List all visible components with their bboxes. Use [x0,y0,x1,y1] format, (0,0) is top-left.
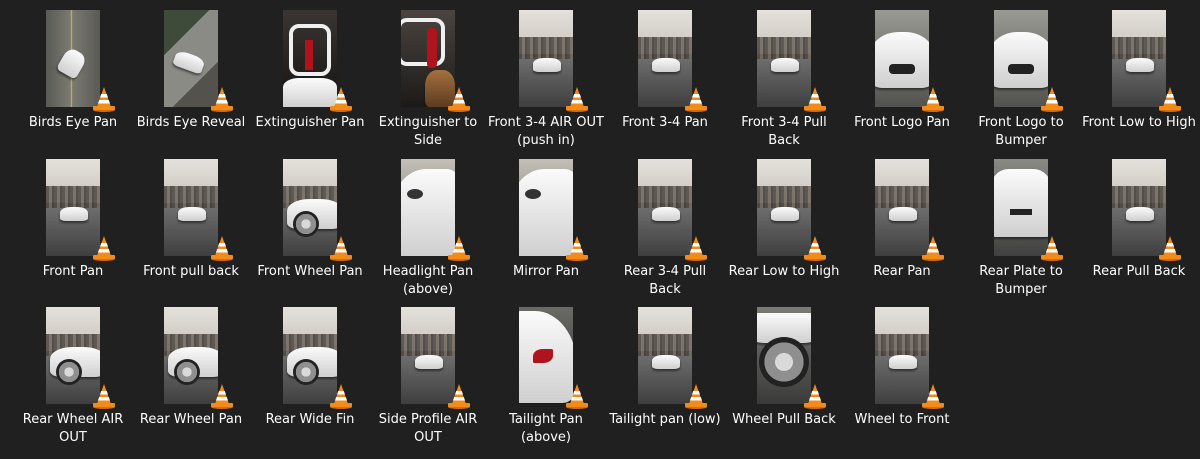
vlc-cone-icon [448,384,470,409]
file-name: Tailight Pan (above) [509,412,583,445]
file-item[interactable]: Front Pan [14,159,132,307]
file-item[interactable]: Birds Eye Reveal [132,10,250,158]
vlc-cone-icon [922,236,944,261]
file-name: Rear Pull Back [1092,264,1186,279]
vlc-cone-icon [922,87,944,112]
vlc-cone-icon [804,384,826,409]
vlc-cone-icon [211,87,233,112]
file-item[interactable]: Mirror Pan [487,159,605,307]
file-item[interactable]: Front 3-4 AIR OUT (push in) [487,10,605,158]
vlc-cone-icon [211,384,233,409]
file-item[interactable]: Tailight pan (low) [606,307,724,455]
file-item[interactable]: Front Logo Pan [843,10,961,158]
file-item[interactable]: Front pull back [132,159,250,307]
file-item[interactable]: Tailight Pan (above) [487,307,605,455]
file-name: Wheel Pull Back [732,412,836,427]
vlc-cone-icon [330,236,352,261]
vlc-cone-icon [922,384,944,409]
file-item[interactable]: Rear Pull Back [1080,159,1198,307]
vlc-cone-icon [1159,236,1181,261]
file-name: Front Logo to Bumper [978,115,1064,148]
file-name: Front Low to High [1082,115,1196,130]
file-item[interactable]: Extinguisher Pan [251,10,369,158]
file-name: Front Logo Pan [854,115,950,130]
file-item[interactable]: Rear Plate to Bumper [962,159,1080,307]
file-name: Rear Wide Fin [265,412,355,427]
file-item[interactable]: Wheel Pull Back [725,307,843,455]
file-item[interactable]: Rear 3-4 Pull Back [606,159,724,307]
vlc-cone-icon [211,236,233,261]
vlc-cone-icon [1159,87,1181,112]
vlc-cone-icon [685,87,707,112]
vlc-cone-icon [1041,236,1063,261]
vlc-cone-icon [804,236,826,261]
file-name: Birds Eye Pan [28,115,118,130]
file-name: Tailight pan (low) [609,412,721,427]
file-name: Front pull back [143,264,239,279]
file-item[interactable]: Extinguisher to Side [369,10,487,158]
file-name: Wheel to Front [854,412,950,427]
vlc-cone-icon [448,87,470,112]
vlc-cone-icon [448,236,470,261]
file-item[interactable]: Front Low to High [1080,10,1198,158]
vlc-cone-icon [1041,87,1063,112]
file-name: Rear Pan [873,264,931,279]
file-name: Headlight Pan (above) [382,264,474,297]
file-name: Rear Plate to Bumper [979,264,1063,297]
file-name: Side Profile AIR OUT [378,412,478,445]
vlc-cone-icon [685,236,707,261]
file-item[interactable]: Headlight Pan (above) [369,159,487,307]
file-item[interactable]: Front 3-4 Pull Back [725,10,843,158]
file-name: Front Wheel Pan [257,264,363,279]
vlc-cone-icon [566,236,588,261]
file-item[interactable]: Birds Eye Pan [14,10,132,158]
vlc-cone-icon [93,384,115,409]
file-name: Rear 3-4 Pull Back [623,264,707,297]
vlc-cone-icon [330,384,352,409]
file-item[interactable]: Wheel to Front [843,307,961,455]
vlc-cone-icon [685,384,707,409]
file-name: Extinguisher to Side [378,115,478,148]
file-name: Birds Eye Reveal [136,115,246,130]
file-name: Rear Wheel AIR OUT [22,412,124,445]
vlc-cone-icon [93,236,115,261]
file-item[interactable]: Rear Wheel AIR OUT [14,307,132,455]
vlc-cone-icon [566,87,588,112]
file-grid: Birds Eye Pan Birds Eye Reveal Extinguishe… [0,0,1200,459]
file-name: Front 3-4 AIR OUT (push in) [488,115,604,148]
file-item[interactable]: Rear Pan [843,159,961,307]
file-item[interactable]: Side Profile AIR OUT [369,307,487,455]
file-item[interactable]: Front Logo to Bumper [962,10,1080,158]
file-name: Rear Wheel Pan [139,412,243,427]
file-item[interactable]: Rear Low to High [725,159,843,307]
file-item[interactable]: Front Wheel Pan [251,159,369,307]
file-item[interactable]: Front 3-4 Pan [606,10,724,158]
file-name: Extinguisher Pan [255,115,365,130]
vlc-cone-icon [804,87,826,112]
vlc-cone-icon [93,87,115,112]
file-item[interactable]: Rear Wheel Pan [132,307,250,455]
file-name: Rear Low to High [728,264,840,279]
vlc-cone-icon [330,87,352,112]
file-name: Mirror Pan [513,264,579,279]
file-name: Front Pan [42,264,104,279]
file-item[interactable]: Rear Wide Fin [251,307,369,455]
vlc-cone-icon [566,384,588,409]
file-name: Front 3-4 Pan [622,115,708,130]
file-name: Front 3-4 Pull Back [741,115,827,148]
